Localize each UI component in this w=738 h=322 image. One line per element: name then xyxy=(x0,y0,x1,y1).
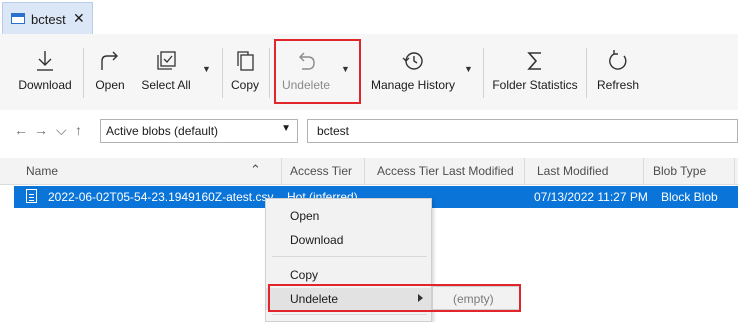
copy-button[interactable]: Copy xyxy=(226,34,264,110)
cell-name: 2022-06-02T05-54-23.1949160Z-atest.csv xyxy=(48,190,274,204)
menu-item-copy[interactable]: Copy xyxy=(266,264,431,286)
grid-header: Name ⌃ Access Tier Access Tier Last Modi… xyxy=(0,158,738,185)
column-name[interactable]: Name ⌃ xyxy=(0,158,282,184)
folder-statistics-button[interactable]: Folder Statistics xyxy=(490,34,580,110)
menu-separator xyxy=(272,314,427,315)
download-label: Download xyxy=(18,78,72,92)
select-all-label: Select All xyxy=(141,78,191,92)
cell-last-modified: 07/13/2022 11:27 PM xyxy=(534,190,648,204)
path-input[interactable]: bctest xyxy=(307,119,738,143)
menu-item-label: Open xyxy=(290,209,320,223)
tab-title: bctest xyxy=(31,12,66,27)
select-all-icon xyxy=(157,51,176,70)
back-icon[interactable]: ← xyxy=(14,122,28,138)
column-access-tier-label: Access Tier xyxy=(290,164,353,178)
sort-ascending-icon: ⌃ xyxy=(250,162,261,177)
menu-separator xyxy=(272,256,427,257)
copy-icon xyxy=(237,51,254,71)
toolbar-separator xyxy=(222,48,223,98)
open-icon xyxy=(101,51,118,70)
refresh-button[interactable]: Refresh xyxy=(592,34,644,110)
column-access-tier-last-modified[interactable]: Access Tier Last Modified xyxy=(365,158,524,184)
address-bar: ← → ⌵ ↑ Active blobs (default) ▼ bctest xyxy=(0,110,738,152)
recent-locations-icon[interactable]: ⌵ xyxy=(56,122,67,139)
cell-blob-type: Block Blob xyxy=(661,190,718,204)
menu-item-open[interactable]: Open xyxy=(266,205,431,227)
view-mode-value: Active blobs (default) xyxy=(106,124,219,138)
toolbar-separator xyxy=(483,48,484,98)
open-button[interactable]: Open xyxy=(88,34,132,110)
view-mode-select[interactable]: Active blobs (default) ▼ xyxy=(100,119,298,143)
toolbar-separator xyxy=(83,48,84,98)
file-icon xyxy=(26,189,37,203)
refresh-label: Refresh xyxy=(596,78,640,92)
column-blob-type-label: Blob Type xyxy=(653,164,707,178)
folder-statistics-label: Folder Statistics xyxy=(492,78,578,92)
tab-strip: bctest ✕ xyxy=(0,0,738,35)
refresh-icon xyxy=(609,50,627,70)
forward-icon[interactable]: → xyxy=(34,122,48,138)
tab-bctest[interactable]: bctest ✕ xyxy=(2,2,93,34)
copy-label: Copy xyxy=(230,78,259,92)
toolbar: Download Open Select All ▼ Copy Undelete xyxy=(0,34,738,111)
column-name-label: Name xyxy=(26,164,59,178)
toolbar-separator xyxy=(586,48,587,98)
column-access-tier[interactable]: Access Tier xyxy=(282,158,364,184)
manage-history-dropdown[interactable]: ▼ xyxy=(464,64,473,74)
history-icon xyxy=(402,52,423,70)
menu-item-label: Copy xyxy=(290,268,319,282)
undelete-menu-highlight-box xyxy=(268,284,521,312)
column-last-modified[interactable]: Last Modified xyxy=(525,158,643,184)
close-icon[interactable]: ✕ xyxy=(73,10,85,27)
toolbar-separator xyxy=(269,48,270,98)
column-access-tier-last-modified-label: Access Tier Last Modified xyxy=(377,164,514,178)
sigma-icon xyxy=(527,52,541,70)
chevron-down-icon: ▼ xyxy=(281,123,291,134)
open-label: Open xyxy=(95,78,125,92)
path-value: bctest xyxy=(317,124,350,138)
download-button[interactable]: Download xyxy=(12,34,78,110)
manage-history-label: Manage History xyxy=(370,78,456,92)
menu-item-download[interactable]: Download xyxy=(266,229,431,251)
select-all-button[interactable]: Select All xyxy=(137,34,195,110)
up-icon[interactable]: ↑ xyxy=(75,122,82,138)
column-blob-type[interactable]: Blob Type xyxy=(644,158,734,184)
download-icon xyxy=(37,51,53,71)
manage-history-button[interactable]: Manage History xyxy=(368,34,458,110)
container-icon xyxy=(11,13,25,24)
undelete-highlight-box xyxy=(274,39,361,104)
column-last-modified-label: Last Modified xyxy=(537,164,609,178)
column-divider[interactable] xyxy=(734,158,735,184)
menu-item-label: Download xyxy=(290,233,344,247)
select-all-dropdown[interactable]: ▼ xyxy=(202,64,211,74)
